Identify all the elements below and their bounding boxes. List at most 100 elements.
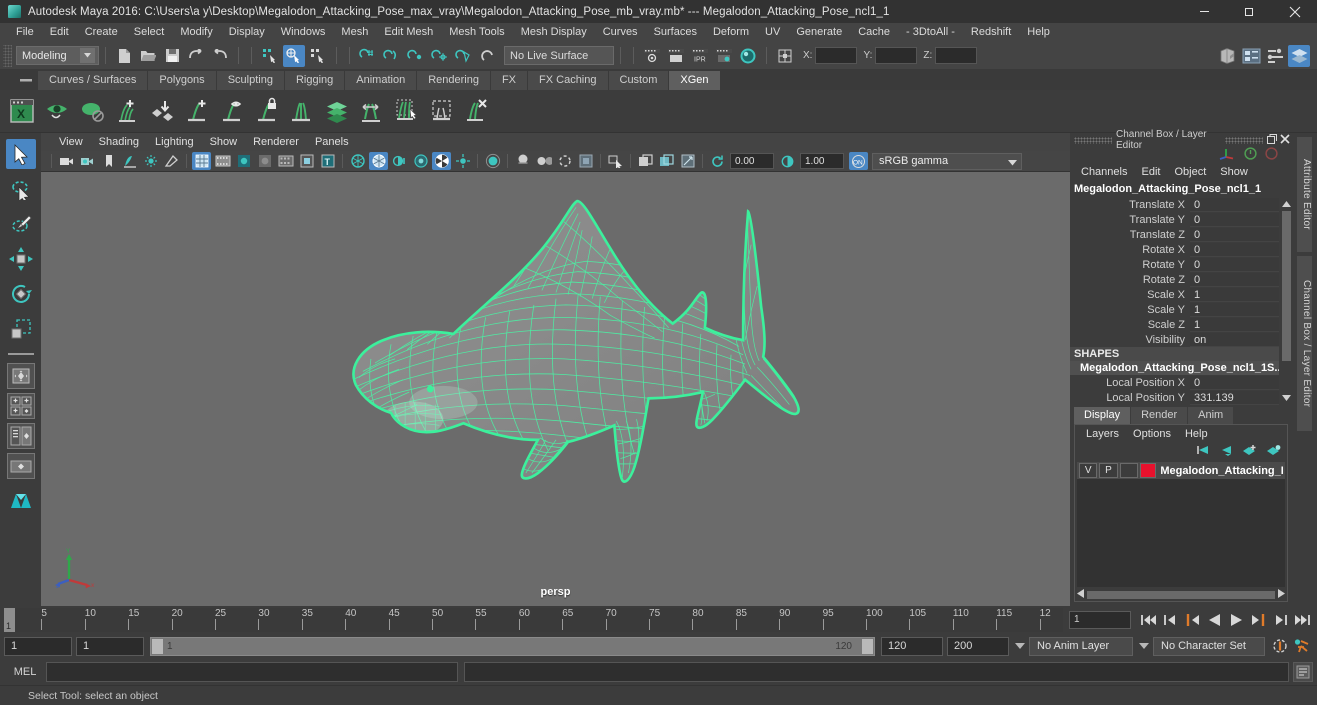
xgen-description-icon[interactable] — [75, 95, 108, 128]
save-scene-button[interactable] — [161, 45, 183, 67]
step-back-keyframe-icon[interactable] — [1160, 610, 1180, 630]
menu-3dtoall[interactable]: - 3DtoAll - — [898, 23, 963, 42]
panel-drag-handle[interactable] — [1074, 136, 1112, 144]
comb-guide-icon[interactable] — [285, 95, 318, 128]
layer-menu-options[interactable]: Options — [1126, 428, 1178, 440]
lighting-icon[interactable] — [162, 152, 181, 170]
select-by-hierarchy-button[interactable] — [259, 45, 281, 67]
multisample-icon[interactable] — [453, 152, 472, 170]
select-camera-icon[interactable] — [606, 152, 625, 170]
gamma-icon[interactable] — [778, 152, 797, 170]
default-lighting-icon[interactable] — [348, 152, 367, 170]
tab-anim[interactable]: Anim — [1188, 407, 1235, 424]
anim-layer-selector[interactable]: No Anim Layer — [1029, 636, 1133, 656]
go-to-start-icon[interactable] — [1138, 610, 1158, 630]
hypershade-layout[interactable] — [6, 485, 36, 515]
shelf-tab-fx[interactable]: FX — [490, 71, 529, 90]
image-plane-icon[interactable] — [120, 152, 139, 170]
auto-keyframe-icon[interactable] — [1270, 636, 1290, 656]
time-slider[interactable]: 1 5 10 15 20 25 30 35 40 45 50 55 60 65 70 75 80 85 90 95 1… — [4, 607, 1063, 632]
menu-file[interactable]: File — [8, 23, 42, 42]
channel-value[interactable]: 0 — [1190, 272, 1279, 287]
coord-field-y[interactable] — [875, 47, 918, 64]
ao-icon[interactable] — [411, 152, 430, 170]
tab-channel-box[interactable]: Channel Box / Layer Editor — [1297, 256, 1312, 431]
range-slider-bar[interactable]: 1 120 — [150, 636, 875, 656]
shaded-flat-icon[interactable] — [234, 152, 253, 170]
menu-help[interactable]: Help — [1019, 23, 1058, 42]
grow-guide-icon[interactable] — [180, 95, 213, 128]
view-transform-icon[interactable] — [678, 152, 697, 170]
channel-value[interactable]: 331.139 — [1190, 390, 1279, 405]
channel-value[interactable]: on — [1190, 332, 1279, 347]
close-button[interactable] — [1272, 0, 1317, 23]
range-start-handle[interactable] — [152, 638, 163, 654]
gamma-field[interactable]: 1.00 — [800, 153, 844, 169]
channel-box-attribute-list[interactable]: Translate X 0 Translate Y 0 Translate Z 0 R… — [1070, 197, 1292, 405]
viewport-menu-renderer[interactable]: Renderer — [245, 136, 307, 148]
coord-field-x[interactable] — [815, 47, 858, 64]
tool-settings-toggle-icon[interactable] — [1264, 45, 1286, 67]
layer-color-swatch[interactable] — [1139, 463, 1157, 478]
wireframe-on-shaded-icon[interactable] — [276, 152, 295, 170]
add-guide-icon[interactable] — [110, 95, 143, 128]
channel-box-toggle-icon[interactable] — [1288, 44, 1310, 67]
shelf-tab-animation[interactable]: Animation — [345, 71, 418, 90]
make-live-button[interactable] — [477, 45, 499, 67]
scroll-thumb[interactable] — [1087, 591, 1275, 599]
menu-create[interactable]: Create — [77, 23, 126, 42]
persp-graph-layout[interactable] — [6, 453, 35, 479]
panel-undock-icon[interactable] — [1267, 133, 1277, 147]
step-forward-keyframe-icon[interactable] — [1270, 610, 1290, 630]
gate-mask-icon[interactable] — [576, 152, 595, 170]
toolbar-gripper[interactable] — [3, 44, 12, 67]
anim-start-field[interactable]: 1 — [4, 636, 72, 656]
render-sequence-icon[interactable] — [665, 45, 687, 67]
viewport-menu-shading[interactable]: Shading — [91, 136, 147, 148]
live-surface-field[interactable]: No Live Surface — [504, 46, 614, 65]
camera-attributes-icon[interactable] — [78, 152, 97, 170]
gamma-preset-icon[interactable] — [657, 152, 676, 170]
render-view-icon[interactable] — [641, 45, 663, 67]
layers-icon[interactable] — [320, 95, 353, 128]
scroll-left-arrow-icon[interactable] — [1077, 589, 1084, 601]
channel-mute-icon[interactable] — [1265, 147, 1278, 163]
channel-box-menu-channels[interactable]: Channels — [1074, 166, 1134, 178]
move-tool[interactable] — [6, 244, 36, 274]
layer-row[interactable]: V P Megalodon_Attacking_P — [1077, 462, 1285, 479]
menu-generate[interactable]: Generate — [788, 23, 850, 42]
shadows-icon[interactable] — [390, 152, 409, 170]
play-backwards-icon[interactable] — [1204, 610, 1224, 630]
coord-field-z[interactable] — [935, 47, 978, 64]
menu-windows[interactable]: Windows — [273, 23, 334, 42]
color-management-toggle-icon[interactable]: ON — [849, 152, 868, 170]
scroll-right-arrow-icon[interactable] — [1278, 589, 1285, 601]
sidebar-toggle-modeling-icon[interactable] — [1216, 45, 1238, 67]
layer-name[interactable]: Megalodon_Attacking_P — [1160, 465, 1283, 477]
menu-mesh[interactable]: Mesh — [333, 23, 376, 42]
snap-to-view-plane-button[interactable] — [453, 45, 475, 67]
command-input-field[interactable] — [46, 662, 458, 682]
film-gate-icon[interactable] — [534, 152, 553, 170]
menu-edit[interactable]: Edit — [42, 23, 77, 42]
exposure-field[interactable]: 0.00 — [730, 153, 774, 169]
ipr-render-icon[interactable]: IPR — [689, 45, 711, 67]
restore-button[interactable] — [1227, 0, 1272, 23]
texture-border-icon[interactable] — [297, 152, 316, 170]
command-language-label[interactable]: MEL — [4, 666, 46, 678]
viewport-3d-canvas[interactable]: Y x z persp — [41, 172, 1070, 606]
menu-redshift[interactable]: Redshift — [963, 23, 1019, 42]
menu-cache[interactable]: Cache — [850, 23, 898, 42]
select-tool[interactable] — [5, 139, 36, 169]
tab-render[interactable]: Render — [1131, 407, 1189, 424]
menu-uv[interactable]: UV — [757, 23, 788, 42]
shelf-tab-fx-caching[interactable]: FX Caching — [528, 71, 609, 90]
camera-icon[interactable] — [57, 152, 76, 170]
shelf-tab-polygons[interactable]: Polygons — [148, 71, 217, 90]
channel-box-menu-edit[interactable]: Edit — [1134, 166, 1167, 178]
snap-to-projected-center-button[interactable] — [429, 45, 451, 67]
channel-value[interactable]: 0 — [1190, 197, 1279, 212]
character-set-dropdown-arrow-icon[interactable] — [1137, 643, 1151, 649]
channel-box-shape-name[interactable]: Megalodon_Attacking_Pose_ncl1_1S... — [1070, 361, 1279, 375]
play-forwards-icon[interactable] — [1226, 610, 1246, 630]
